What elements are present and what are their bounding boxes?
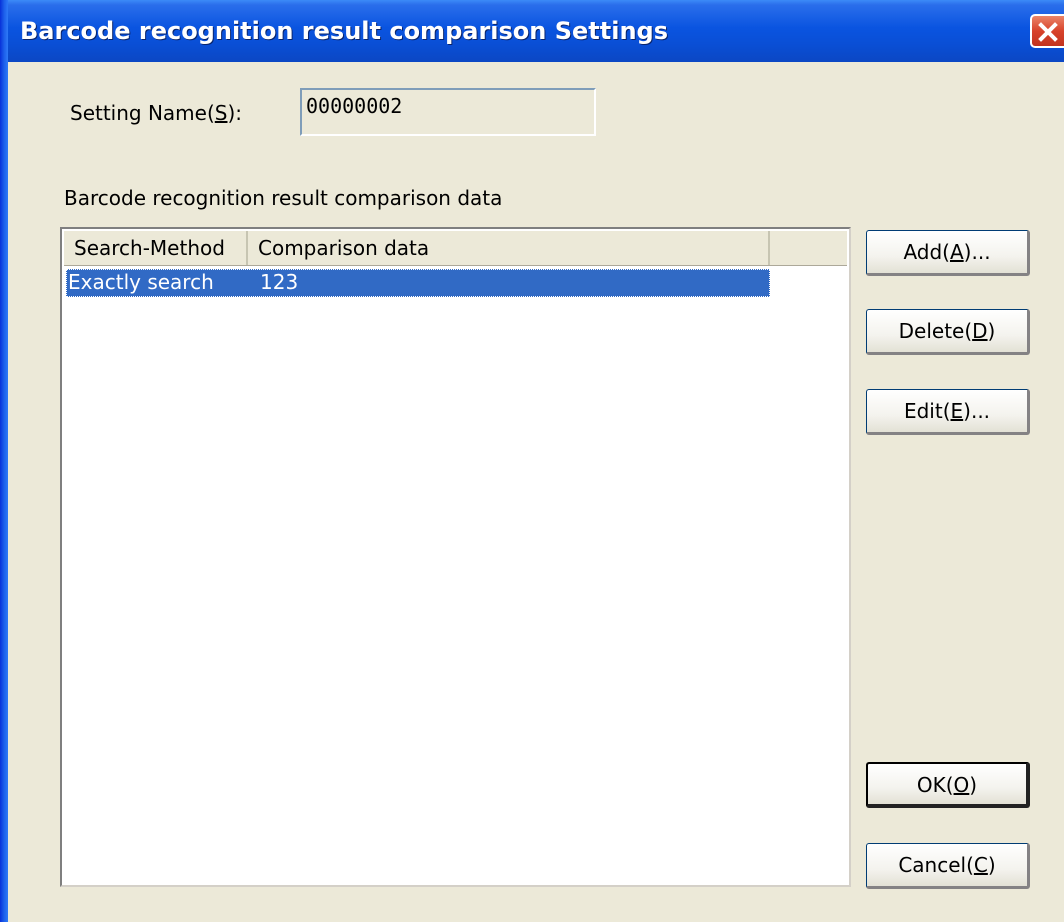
comparison-list[interactable]: Search-Method Comparison data Exactly se… (60, 227, 851, 887)
column-filler (770, 231, 847, 265)
column-comparison-data[interactable]: Comparison data (248, 231, 770, 265)
add-button[interactable]: Add(A)... (866, 230, 1030, 276)
ok-button[interactable]: OK(O) (866, 762, 1030, 808)
row-comparison-data: 123 (260, 270, 299, 294)
title-bar[interactable]: Barcode recognition result comparison Se… (0, 0, 1064, 62)
row-search-method: Exactly search (68, 270, 214, 294)
edit-button[interactable]: Edit(E)... (866, 389, 1030, 435)
setting-name-input[interactable]: 00000002 (300, 88, 596, 136)
delete-button[interactable]: Delete(D) (866, 309, 1030, 355)
column-search-method[interactable]: Search-Method (64, 231, 248, 265)
window-frame-left (0, 0, 8, 922)
window-title: Barcode recognition result comparison Se… (20, 17, 668, 45)
comparison-data-label: Barcode recognition result comparison da… (64, 186, 503, 210)
cancel-button[interactable]: Cancel(C) (866, 843, 1030, 889)
close-button[interactable] (1030, 14, 1064, 48)
close-icon (1038, 22, 1058, 42)
setting-name-label: Setting Name(S): (70, 101, 243, 125)
list-row[interactable]: Exactly search 123 (66, 269, 770, 297)
list-header: Search-Method Comparison data (64, 231, 847, 266)
